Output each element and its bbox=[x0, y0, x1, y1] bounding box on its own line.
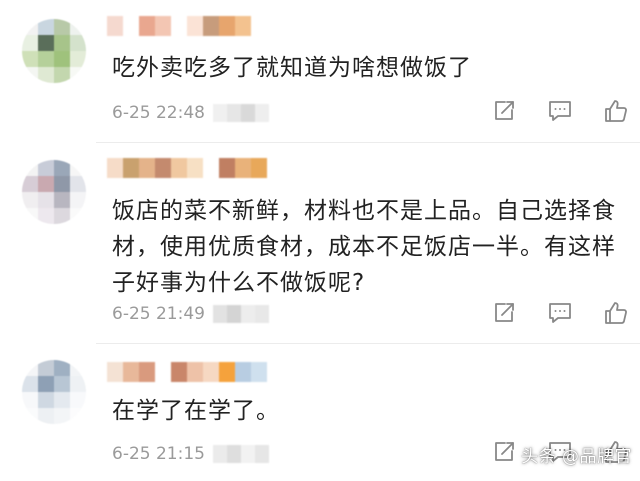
avatar[interactable] bbox=[22, 19, 86, 83]
comment-time: 6-25 21:49 bbox=[112, 304, 205, 324]
comment-meta: 6-25 21:15 bbox=[112, 442, 269, 466]
avatar[interactable] bbox=[22, 360, 86, 424]
comment-time: 6-25 22:48 bbox=[112, 103, 205, 123]
comment-text: 饭店的菜不新鲜，材料也不是上品。自己选择食材，使用优质食材，成本不足饭店一半。有… bbox=[112, 198, 616, 296]
avatar[interactable] bbox=[22, 160, 86, 224]
location-blurred bbox=[212, 445, 269, 463]
like-button[interactable] bbox=[602, 99, 630, 127]
thumbs-up-icon bbox=[603, 300, 629, 330]
divider bbox=[96, 343, 640, 344]
share-button[interactable] bbox=[490, 99, 518, 127]
comment-time: 6-25 21:15 bbox=[112, 444, 205, 464]
share-icon bbox=[492, 99, 516, 127]
comment-meta: 6-25 22:48 bbox=[112, 101, 269, 125]
username-blurred[interactable] bbox=[107, 362, 267, 382]
share-icon bbox=[492, 301, 516, 329]
reply-button[interactable] bbox=[546, 301, 574, 329]
comment-icon bbox=[547, 99, 573, 127]
thumbs-up-icon bbox=[603, 98, 629, 128]
username-blurred[interactable] bbox=[107, 16, 267, 36]
comment-meta: 6-25 21:49 bbox=[112, 302, 269, 326]
share-icon bbox=[492, 440, 516, 468]
username-blurred[interactable] bbox=[107, 158, 267, 178]
comment-icon bbox=[547, 301, 573, 329]
comment-actions bbox=[490, 99, 630, 127]
share-button[interactable] bbox=[490, 440, 518, 468]
comment-actions bbox=[490, 301, 630, 329]
location-blurred bbox=[212, 104, 269, 122]
like-button[interactable] bbox=[602, 301, 630, 329]
comment-text: 吃外卖吃多了就知道为啥想做饭了 bbox=[112, 55, 472, 81]
comment-text: 在学了在学了。 bbox=[112, 398, 280, 424]
location-blurred bbox=[212, 305, 269, 323]
divider bbox=[96, 142, 640, 143]
reply-button[interactable] bbox=[546, 99, 574, 127]
share-button[interactable] bbox=[490, 301, 518, 329]
watermark: 头条 @品牌官 bbox=[521, 447, 632, 467]
